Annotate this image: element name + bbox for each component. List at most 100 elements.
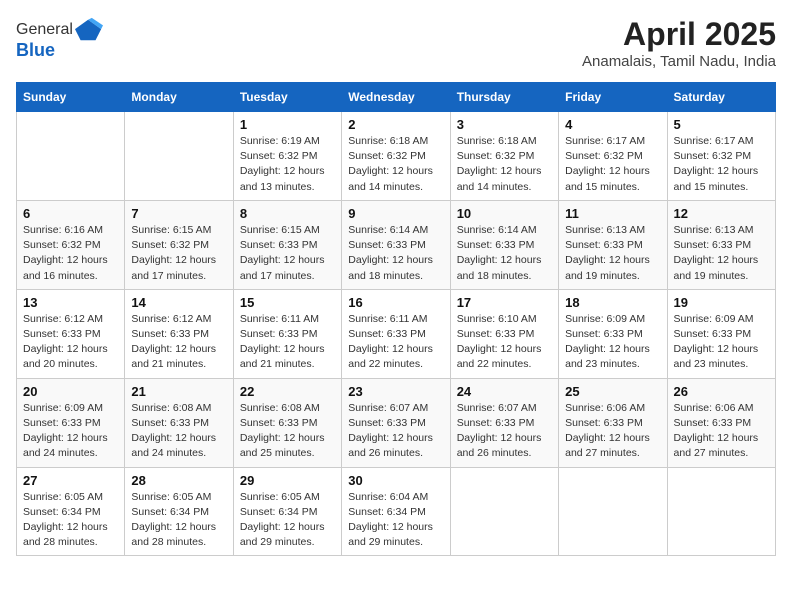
calendar-cell: 27 Sunrise: 6:05 AM Sunset: 6:34 PM Dayli… [17,467,125,556]
day-number: 12 [674,206,769,221]
calendar-cell: 11Sunrise: 6:13 AM Sunset: 6:33 PM Dayli… [559,200,667,289]
calendar-cell: 14 Sunrise: 6:12 AM Sunset: 6:33 PM Dayli… [125,289,233,378]
day-number: 19 [674,295,769,310]
calendar-cell [450,467,558,556]
day-info: Sunrise: 6:11 AM Sunset: 6:33 PM Dayligh… [348,312,443,373]
day-number: 16 [348,295,443,310]
day-number: 21 [131,384,226,399]
calendar-cell: 28 Sunrise: 6:05 AM Sunset: 6:34 PM Dayli… [125,467,233,556]
day-number: 2 [348,117,443,132]
day-number: 17 [457,295,552,310]
calendar-cell: 24 Sunrise: 6:07 AM Sunset: 6:33 PM Dayli… [450,378,558,467]
day-info: Sunrise: 6:16 AM Sunset: 6:32 PM Dayligh… [23,223,118,284]
calendar-cell [559,467,667,556]
calendar-cell: 21 Sunrise: 6:08 AM Sunset: 6:33 PM Dayli… [125,378,233,467]
day-info: Sunrise: 6:13 AM Sunset: 6:33 PM Dayligh… [674,223,769,284]
calendar-cell: 15 Sunrise: 6:11 AM Sunset: 6:33 PM Dayli… [233,289,341,378]
calendar-week-row: 20Sunrise: 6:09 AM Sunset: 6:33 PM Dayli… [17,378,776,467]
calendar-day-header: Wednesday [342,83,450,112]
calendar-day-header: Tuesday [233,83,341,112]
day-number: 3 [457,117,552,132]
day-info: Sunrise: 6:07 AM Sunset: 6:33 PM Dayligh… [457,401,552,462]
day-number: 26 [674,384,769,399]
calendar-week-row: 1 Sunrise: 6:19 AM Sunset: 6:32 PM Daylig… [17,112,776,201]
day-number: 24 [457,384,552,399]
calendar-cell: 30Sunrise: 6:04 AM Sunset: 6:34 PM Dayli… [342,467,450,556]
calendar-cell: 5Sunrise: 6:17 AM Sunset: 6:32 PM Daylig… [667,112,775,201]
day-info: Sunrise: 6:07 AM Sunset: 6:33 PM Dayligh… [348,401,443,462]
calendar-table: SundayMondayTuesdayWednesdayThursdayFrid… [16,82,776,556]
calendar-day-header: Thursday [450,83,558,112]
day-number: 1 [240,117,335,132]
day-number: 6 [23,206,118,221]
day-number: 29 [240,473,335,488]
day-info: Sunrise: 6:19 AM Sunset: 6:32 PM Dayligh… [240,134,335,195]
day-number: 11 [565,206,660,221]
calendar-cell: 6 Sunrise: 6:16 AM Sunset: 6:32 PM Daylig… [17,200,125,289]
calendar-cell: 19 Sunrise: 6:09 AM Sunset: 6:33 PM Dayli… [667,289,775,378]
day-info: Sunrise: 6:06 AM Sunset: 6:33 PM Dayligh… [565,401,660,462]
day-info: Sunrise: 6:17 AM Sunset: 6:32 PM Dayligh… [565,134,660,195]
day-info: Sunrise: 6:06 AM Sunset: 6:33 PM Dayligh… [674,401,769,462]
day-info: Sunrise: 6:15 AM Sunset: 6:32 PM Dayligh… [131,223,226,284]
calendar-cell: 17 Sunrise: 6:10 AM Sunset: 6:33 PM Dayli… [450,289,558,378]
day-info: Sunrise: 6:11 AM Sunset: 6:33 PM Dayligh… [240,312,335,373]
calendar-cell: 13 Sunrise: 6:12 AM Sunset: 6:33 PM Dayli… [17,289,125,378]
logo-general-text: General [16,21,73,39]
calendar-cell: 12 Sunrise: 6:13 AM Sunset: 6:33 PM Dayli… [667,200,775,289]
page-header: General Blue April 2025 Anamalais, Tamil… [16,16,776,70]
calendar-cell: 3 Sunrise: 6:18 AM Sunset: 6:32 PM Daylig… [450,112,558,201]
calendar-day-header: Monday [125,83,233,112]
calendar-cell [125,112,233,201]
day-info: Sunrise: 6:08 AM Sunset: 6:33 PM Dayligh… [131,401,226,462]
day-number: 10 [457,206,552,221]
day-number: 30 [348,473,443,488]
calendar-cell: 18Sunrise: 6:09 AM Sunset: 6:33 PM Dayli… [559,289,667,378]
day-info: Sunrise: 6:09 AM Sunset: 6:33 PM Dayligh… [674,312,769,373]
day-number: 13 [23,295,118,310]
day-info: Sunrise: 6:12 AM Sunset: 6:33 PM Dayligh… [23,312,118,373]
day-info: Sunrise: 6:05 AM Sunset: 6:34 PM Dayligh… [23,490,118,551]
calendar-cell: 20Sunrise: 6:09 AM Sunset: 6:33 PM Dayli… [17,378,125,467]
subtitle: Anamalais, Tamil Nadu, India [582,53,776,70]
calendar-week-row: 13 Sunrise: 6:12 AM Sunset: 6:33 PM Dayli… [17,289,776,378]
day-number: 9 [348,206,443,221]
calendar-body: 1 Sunrise: 6:19 AM Sunset: 6:32 PM Daylig… [17,112,776,556]
day-number: 18 [565,295,660,310]
day-number: 22 [240,384,335,399]
calendar-cell: 7 Sunrise: 6:15 AM Sunset: 6:32 PM Daylig… [125,200,233,289]
day-number: 23 [348,384,443,399]
day-info: Sunrise: 6:18 AM Sunset: 6:32 PM Dayligh… [348,134,443,195]
day-info: Sunrise: 6:12 AM Sunset: 6:33 PM Dayligh… [131,312,226,373]
day-info: Sunrise: 6:10 AM Sunset: 6:33 PM Dayligh… [457,312,552,373]
calendar-cell: 9Sunrise: 6:14 AM Sunset: 6:33 PM Daylig… [342,200,450,289]
day-number: 27 [23,473,118,488]
day-info: Sunrise: 6:05 AM Sunset: 6:34 PM Dayligh… [131,490,226,551]
main-title: April 2025 [582,16,776,53]
calendar-cell: 25 Sunrise: 6:06 AM Sunset: 6:33 PM Dayli… [559,378,667,467]
day-number: 14 [131,295,226,310]
calendar-week-row: 27 Sunrise: 6:05 AM Sunset: 6:34 PM Dayli… [17,467,776,556]
calendar-cell: 23 Sunrise: 6:07 AM Sunset: 6:33 PM Dayli… [342,378,450,467]
day-number: 28 [131,473,226,488]
day-info: Sunrise: 6:08 AM Sunset: 6:33 PM Dayligh… [240,401,335,462]
calendar-cell: 26 Sunrise: 6:06 AM Sunset: 6:33 PM Dayli… [667,378,775,467]
day-number: 15 [240,295,335,310]
day-number: 25 [565,384,660,399]
calendar-day-header: Saturday [667,83,775,112]
calendar-cell: 4Sunrise: 6:17 AM Sunset: 6:32 PM Daylig… [559,112,667,201]
title-block: April 2025 Anamalais, Tamil Nadu, India [582,16,776,70]
day-info: Sunrise: 6:18 AM Sunset: 6:32 PM Dayligh… [457,134,552,195]
calendar-day-header: Friday [559,83,667,112]
calendar-week-row: 6 Sunrise: 6:16 AM Sunset: 6:32 PM Daylig… [17,200,776,289]
calendar-cell [17,112,125,201]
day-number: 7 [131,206,226,221]
calendar-cell: 10 Sunrise: 6:14 AM Sunset: 6:33 PM Dayli… [450,200,558,289]
logo-icon [75,16,103,44]
calendar-cell: 2 Sunrise: 6:18 AM Sunset: 6:32 PM Daylig… [342,112,450,201]
calendar-cell: 8Sunrise: 6:15 AM Sunset: 6:33 PM Daylig… [233,200,341,289]
day-number: 5 [674,117,769,132]
day-info: Sunrise: 6:05 AM Sunset: 6:34 PM Dayligh… [240,490,335,551]
day-info: Sunrise: 6:14 AM Sunset: 6:33 PM Dayligh… [457,223,552,284]
calendar-cell: 1 Sunrise: 6:19 AM Sunset: 6:32 PM Daylig… [233,112,341,201]
